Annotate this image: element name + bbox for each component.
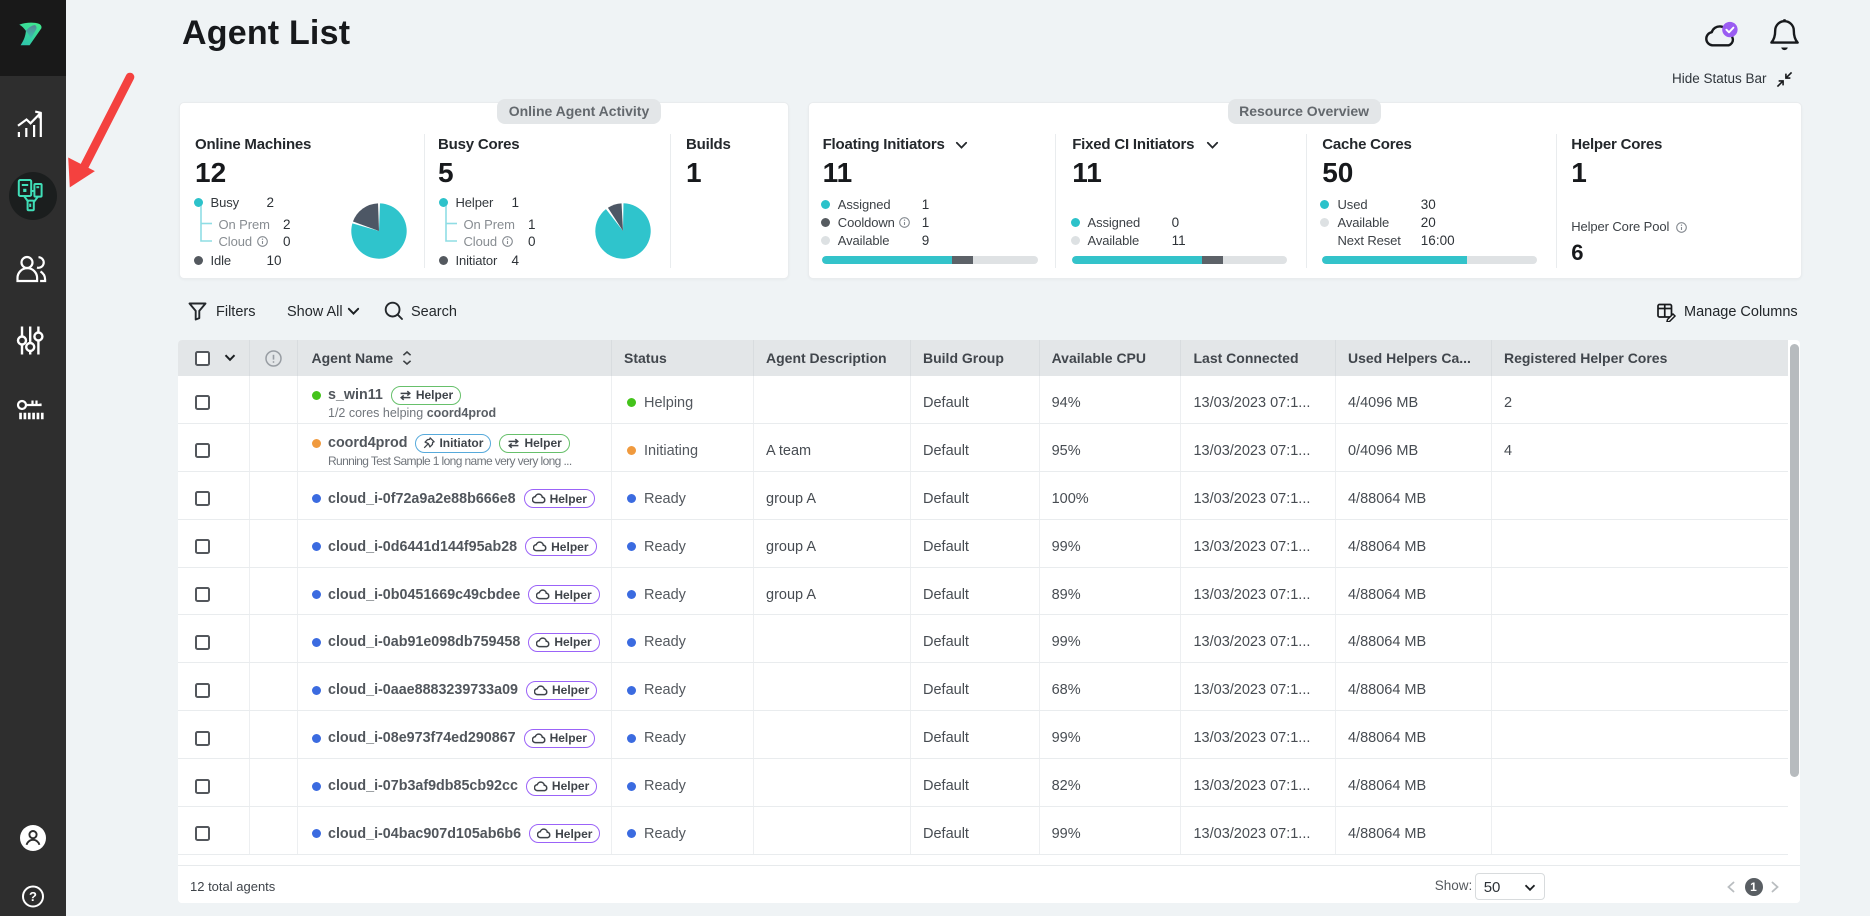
svg-text:?: ? (29, 889, 37, 904)
